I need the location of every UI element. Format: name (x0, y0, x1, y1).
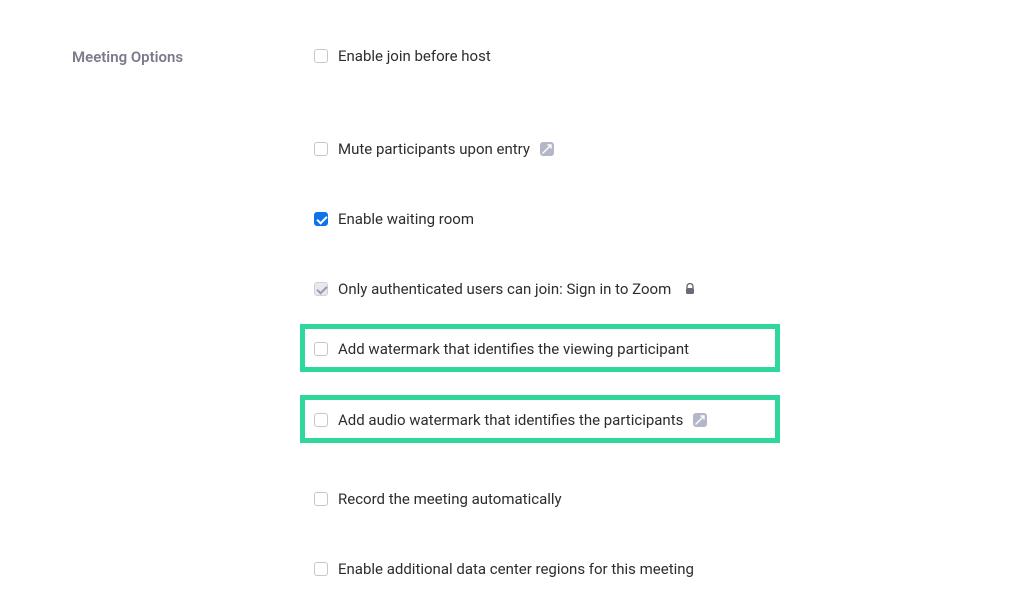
option-label: Add watermark that identifies the viewin… (338, 340, 689, 358)
option-label: Record the meeting automatically (338, 490, 562, 508)
option-authenticated-only: Only authenticated users can join: Sign … (314, 280, 695, 298)
option-audio-watermark: Add audio watermark that identifies the … (314, 411, 707, 429)
info-badge-icon (693, 413, 707, 427)
section-title: Meeting Options (72, 48, 183, 66)
checkbox-data-center-regions[interactable] (314, 562, 328, 576)
option-label: Enable waiting room (338, 210, 474, 228)
checkbox-join-before-host[interactable] (314, 49, 328, 63)
info-badge-icon (540, 142, 554, 156)
option-join-before-host: Enable join before host (314, 47, 491, 65)
option-waiting-room: Enable waiting room (314, 210, 474, 228)
lock-icon (685, 283, 695, 295)
option-label: Only authenticated users can join: Sign … (338, 280, 671, 298)
option-label: Enable additional data center regions fo… (338, 560, 694, 578)
checkbox-mute-on-entry[interactable] (314, 142, 328, 156)
option-label: Mute participants upon entry (338, 140, 530, 158)
option-data-center-regions: Enable additional data center regions fo… (314, 560, 694, 578)
option-record-auto: Record the meeting automatically (314, 490, 562, 508)
checkbox-authenticated-only (314, 282, 328, 296)
option-label: Add audio watermark that identifies the … (338, 411, 683, 429)
checkbox-audio-watermark[interactable] (314, 413, 328, 427)
option-label: Enable join before host (338, 47, 491, 65)
option-watermark: Add watermark that identifies the viewin… (314, 340, 689, 358)
checkbox-waiting-room[interactable] (314, 212, 328, 226)
checkbox-watermark[interactable] (314, 342, 328, 356)
checkbox-record-auto[interactable] (314, 492, 328, 506)
option-mute-on-entry: Mute participants upon entry (314, 140, 554, 158)
